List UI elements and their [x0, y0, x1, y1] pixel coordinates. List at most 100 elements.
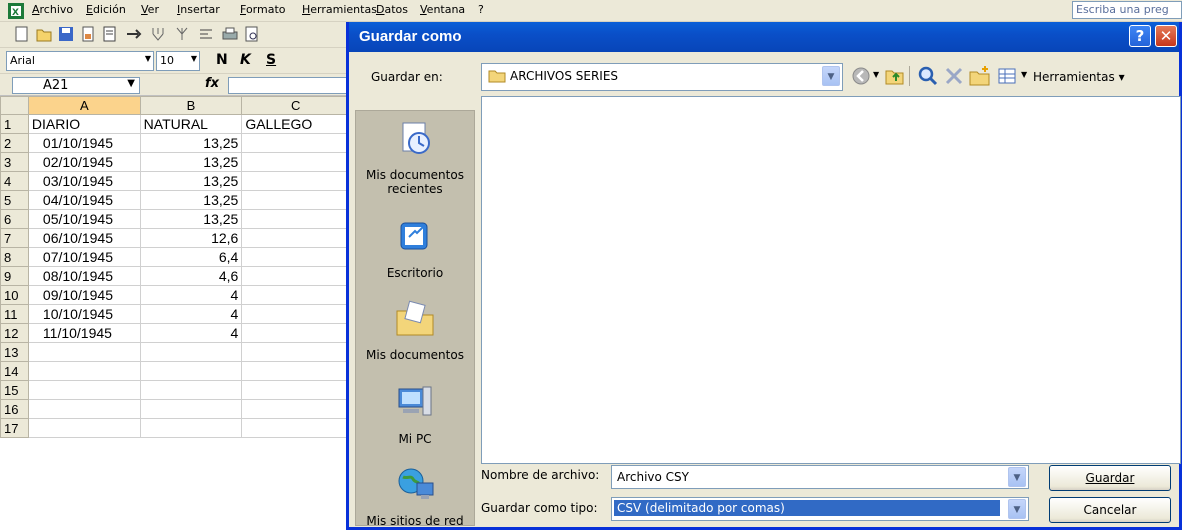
cell-c[interactable] [241, 266, 350, 286]
chevron-down-icon[interactable]: ▼ [1008, 499, 1026, 519]
cell-a[interactable] [27, 399, 141, 419]
cell-c[interactable] [241, 247, 350, 267]
row-header[interactable]: 9 [0, 266, 29, 286]
cell-a[interactable] [27, 418, 141, 438]
open-folder-icon[interactable] [36, 26, 52, 42]
filetype-combo[interactable]: CSV (delimitado por comas) ▼ [611, 497, 1029, 521]
place-recent-documents[interactable]: Mis documentos recientes [356, 117, 474, 196]
menu-edicion[interactable]: Edición [86, 3, 126, 16]
row-header[interactable]: 10 [0, 285, 29, 305]
cell-a[interactable]: 02/10/1945 [27, 152, 141, 172]
function-icon[interactable]: fx [205, 76, 219, 91]
column-header-b[interactable]: B [139, 96, 243, 115]
cell-c[interactable] [241, 304, 350, 324]
menu-help[interactable]: ? [478, 3, 484, 16]
cell-a[interactable] [27, 361, 141, 381]
cell-a[interactable]: 05/10/1945 [27, 209, 141, 229]
chevron-down-icon[interactable]: ▼ [1008, 467, 1026, 487]
cell-b[interactable]: 4 [139, 285, 243, 305]
help-button[interactable]: ? [1129, 25, 1151, 47]
merge-cells-icon[interactable] [150, 26, 166, 42]
new-document-icon[interactable] [14, 26, 30, 42]
place-my-documents[interactable]: Mis documentos [356, 297, 474, 362]
menu-herramientas[interactable]: Herramientas [302, 3, 377, 16]
cell-c[interactable] [241, 228, 350, 248]
place-network[interactable]: Mis sitios de red [356, 463, 474, 528]
name-box[interactable]: A21 ▼ [12, 77, 140, 94]
close-button[interactable]: ✕ [1155, 25, 1177, 47]
cell-c[interactable] [241, 285, 350, 305]
delete-icon[interactable] [944, 66, 964, 86]
cell-c[interactable] [241, 380, 350, 400]
cell-b[interactable] [139, 342, 243, 362]
permission-icon[interactable] [80, 26, 96, 42]
menu-insertar[interactable]: Insertar [177, 3, 220, 16]
look-in-dropdown[interactable]: ARCHIVOS SERIES ▼ [481, 63, 843, 91]
row-header[interactable]: 17 [0, 418, 29, 438]
menu-ventana[interactable]: Ventana [420, 3, 465, 16]
cell-b[interactable]: 4 [139, 323, 243, 343]
place-my-computer[interactable]: Mi PC [356, 381, 474, 446]
save-button[interactable]: Guardar [1049, 465, 1171, 491]
cell-c[interactable] [241, 133, 350, 153]
row-header[interactable]: 16 [0, 399, 29, 419]
bold-button[interactable]: N [216, 52, 228, 68]
cell-b[interactable] [139, 418, 243, 438]
row-header[interactable]: 12 [0, 323, 29, 343]
cell-c[interactable] [241, 323, 350, 343]
cell-b[interactable]: 6,4 [139, 247, 243, 267]
cell-b[interactable]: 4 [139, 304, 243, 324]
dialog-titlebar[interactable]: Guardar como ? ✕ [349, 22, 1179, 52]
cell-a[interactable]: 10/10/1945 [27, 304, 141, 324]
split-cells-icon[interactable] [174, 26, 190, 42]
row-header[interactable]: 3 [0, 152, 29, 172]
row-header[interactable]: 15 [0, 380, 29, 400]
cell-b[interactable]: 13,25 [139, 133, 243, 153]
save-icon[interactable] [58, 26, 74, 42]
row-header[interactable]: 5 [0, 190, 29, 210]
tools-menu[interactable]: Herramientas ▾ [1033, 70, 1125, 84]
print-icon[interactable] [222, 26, 238, 42]
cell-a[interactable]: 09/10/1945 [27, 285, 141, 305]
cell-c[interactable] [241, 190, 350, 210]
cell-a[interactable]: 03/10/1945 [27, 171, 141, 191]
help-question-box[interactable]: Escriba una preg [1072, 1, 1182, 19]
views-dropdown-icon[interactable]: ▼ [1021, 70, 1027, 79]
cell-c[interactable]: GALLEGO [241, 114, 350, 134]
cell-c[interactable] [241, 399, 350, 419]
cell-c[interactable] [241, 418, 350, 438]
cell-b[interactable]: 4,6 [139, 266, 243, 286]
menu-ver[interactable]: Ver [141, 3, 159, 16]
row-header[interactable]: 6 [0, 209, 29, 229]
select-all-corner[interactable] [0, 96, 29, 115]
row-header[interactable]: 4 [0, 171, 29, 191]
up-folder-icon[interactable] [885, 66, 905, 86]
new-folder-icon[interactable] [969, 65, 991, 87]
cell-b[interactable]: 13,25 [139, 171, 243, 191]
worksheet-grid[interactable]: A B C 1 DIARIO NATURAL GALLEGO 2 01/10/1945 13… [0, 96, 350, 530]
cell-a[interactable]: 07/10/1945 [27, 247, 141, 267]
back-dropdown-icon[interactable]: ▼ [873, 70, 879, 79]
cancel-button[interactable]: Cancelar [1049, 497, 1171, 523]
formula-input[interactable] [228, 77, 350, 94]
cell-a[interactable]: DIARIO [27, 114, 141, 134]
views-icon[interactable] [997, 66, 1017, 86]
cell-c[interactable] [241, 342, 350, 362]
column-header-c[interactable]: C [241, 96, 350, 115]
file-list-area[interactable] [481, 96, 1181, 464]
cell-a[interactable]: 04/10/1945 [27, 190, 141, 210]
row-header[interactable]: 11 [0, 304, 29, 324]
indent-icon[interactable] [126, 26, 142, 42]
cell-a[interactable]: 08/10/1945 [27, 266, 141, 286]
arrange-icon[interactable] [198, 26, 214, 42]
cell-b[interactable] [139, 380, 243, 400]
row-header[interactable]: 2 [0, 133, 29, 153]
place-desktop[interactable]: Escritorio [356, 215, 474, 280]
print-preview-icon[interactable] [102, 26, 118, 42]
cell-b[interactable] [139, 399, 243, 419]
cell-b[interactable]: 13,25 [139, 209, 243, 229]
back-icon[interactable] [851, 66, 871, 86]
menu-formato[interactable]: Formato [240, 3, 286, 16]
cell-b[interactable]: 13,25 [139, 152, 243, 172]
underline-button[interactable]: S [266, 52, 276, 68]
